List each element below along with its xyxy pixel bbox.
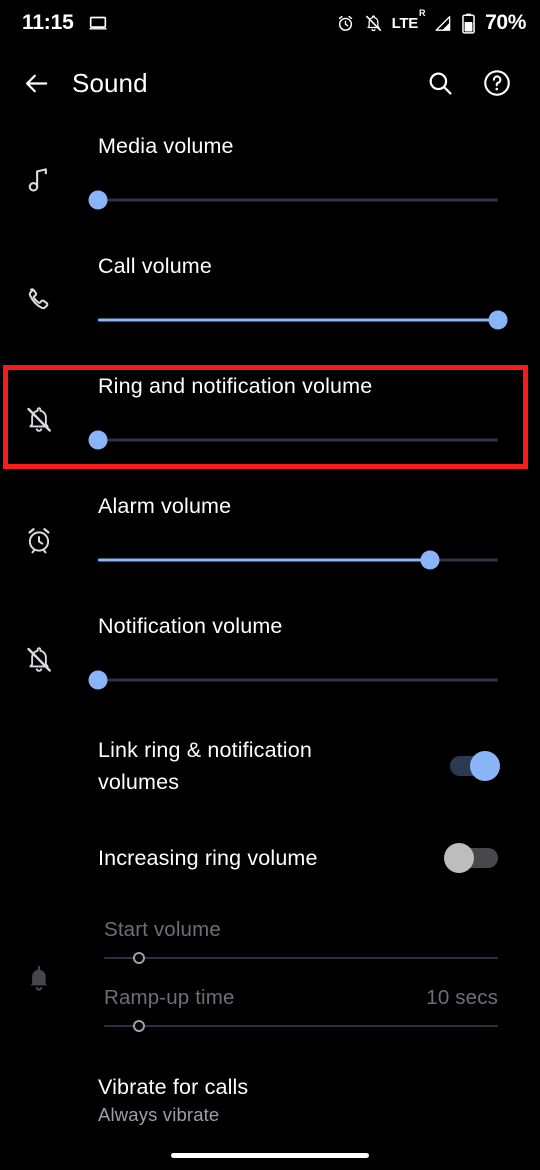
music-note-icon: [22, 163, 56, 197]
increasing-ring-volume-details: Start volume Ramp-up time 10 secs: [0, 904, 540, 1054]
call-volume-slider[interactable]: [98, 308, 508, 332]
start-volume-item: Start volume: [104, 918, 498, 966]
setting-row-ring-and-notification-volume[interactable]: Ring and notification volume: [0, 360, 540, 480]
ramp-up-time-label: Ramp-up time: [104, 986, 235, 1009]
app-bar: Sound: [0, 46, 540, 120]
slider-thumb: [133, 1020, 146, 1032]
notifications-off-icon: [22, 643, 56, 677]
notifications-off-icon: [364, 14, 383, 33]
slider-track: [98, 438, 498, 442]
alarm-icon: [336, 14, 355, 33]
slider-thumb: [133, 952, 146, 964]
start-volume-head: Start volume: [104, 918, 498, 942]
alarm-icon: [22, 523, 56, 557]
start-volume-slider: [104, 950, 498, 966]
slider-thumb[interactable]: [420, 550, 440, 570]
notifications-off-icon: [22, 403, 56, 437]
slider-label: Ring and notification volume: [98, 374, 373, 398]
phone-icon: [22, 283, 56, 317]
laptop-icon: [87, 12, 109, 34]
bell-ring-icon: [22, 962, 56, 996]
setting-row-increasing-ring-volume[interactable]: Increasing ring volume: [0, 812, 540, 904]
link-ring-notification-volumes-switch[interactable]: [446, 751, 500, 781]
slider-track: [104, 957, 498, 959]
setting-row-call-volume[interactable]: Call volume: [0, 240, 540, 360]
signal-icon: [433, 14, 452, 33]
settings-list: Media volume Call volume Ring and notifi…: [0, 120, 540, 1146]
setting-row-media-volume[interactable]: Media volume: [0, 120, 540, 240]
status-bar-left: 11:15: [22, 11, 109, 35]
setting-row-vibrate-for-calls[interactable]: Vibrate for calls Always vibrate: [0, 1054, 540, 1146]
arrow-back-icon: [22, 69, 51, 98]
back-button[interactable]: [0, 69, 72, 98]
ramp-up-time-item: Ramp-up time 10 secs: [104, 986, 498, 1034]
ramp-up-time-head: Ramp-up time 10 secs: [104, 986, 498, 1010]
home-pill[interactable]: [171, 1152, 369, 1158]
switch-thumb: [470, 751, 500, 781]
slider-label: Notification volume: [98, 614, 283, 638]
setting-row-notification-volume[interactable]: Notification volume: [0, 600, 540, 720]
search-icon[interactable]: [426, 69, 454, 97]
slider-label: Media volume: [98, 134, 234, 158]
slider-track: [104, 1025, 498, 1027]
increasing-ring-volume-switch[interactable]: [444, 843, 498, 873]
battery-icon: [461, 13, 476, 34]
toggle-label: Link ring & notification volumes: [98, 738, 312, 794]
alarm-volume-slider[interactable]: [98, 548, 498, 572]
slider-fill: [98, 558, 430, 562]
slider-thumb[interactable]: [88, 190, 108, 210]
setting-row-link-ring-notification-volumes[interactable]: Link ring & notification volumes: [0, 720, 540, 812]
navigation-bar: [0, 1140, 540, 1170]
status-bar-clock: 11:15: [22, 11, 74, 34]
slider-thumb[interactable]: [88, 670, 108, 690]
battery-percent-label: 70%: [485, 11, 526, 34]
ramp-up-time-slider: [104, 1018, 498, 1034]
slider-fill: [98, 318, 498, 322]
switch-thumb: [444, 843, 474, 873]
help-icon[interactable]: [482, 68, 512, 98]
vibrate-for-calls-title: Vibrate for calls: [98, 1074, 249, 1099]
page-title: Sound: [72, 67, 148, 98]
toggle-label: Increasing ring volume: [98, 846, 318, 870]
ring-and-notification-volume-slider[interactable]: [88, 428, 498, 452]
sound-settings-screen: 11:15 LTER 70% Sound Media volume Call v…: [0, 0, 540, 1170]
slider-label: Alarm volume: [98, 494, 232, 518]
slider-track: [98, 198, 498, 202]
network-type-label: LTER: [391, 8, 426, 32]
notification-volume-slider[interactable]: [88, 668, 498, 692]
status-bar-right: LTER 70%: [336, 8, 526, 35]
media-volume-slider[interactable]: [88, 188, 498, 212]
vibrate-for-calls-summary: Always vibrate: [98, 1103, 220, 1125]
slider-track: [98, 678, 498, 682]
slider-thumb[interactable]: [488, 310, 508, 330]
start-volume-label: Start volume: [104, 918, 221, 941]
setting-row-alarm-volume[interactable]: Alarm volume: [0, 480, 540, 600]
slider-label: Call volume: [98, 254, 212, 278]
app-bar-actions: [426, 68, 540, 98]
ramp-up-time-value: 10 secs: [426, 986, 498, 1009]
slider-thumb[interactable]: [88, 430, 108, 450]
status-bar: 11:15 LTER 70%: [0, 0, 540, 46]
